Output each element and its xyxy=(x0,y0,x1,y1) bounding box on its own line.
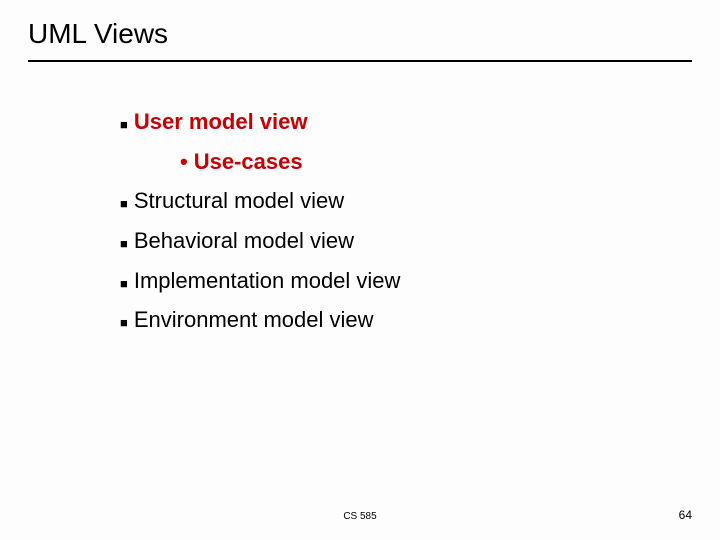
list-item: ■ Behavioral model view xyxy=(120,226,720,256)
square-bullet-icon: ■ xyxy=(120,275,128,293)
square-bullet-icon: ■ xyxy=(120,314,128,332)
square-bullet-icon: ■ xyxy=(120,235,128,253)
list-item-label: Environment model view xyxy=(134,305,374,335)
list-item: ■ Structural model view xyxy=(120,186,720,216)
list-item: ■ Environment model view xyxy=(120,305,720,335)
list-item-label: Implementation model view xyxy=(134,266,401,296)
dot-bullet-icon: • xyxy=(180,149,188,175)
list-item-label: Structural model view xyxy=(134,186,344,216)
list-item: ■ Implementation model view xyxy=(120,266,720,296)
content-area: ■ User model view • Use-cases ■ Structur… xyxy=(0,62,720,335)
list-item: ■ User model view xyxy=(120,107,720,137)
sub-list-item: • Use-cases xyxy=(180,147,720,177)
slide-title: UML Views xyxy=(0,0,720,60)
footer-course-code: CS 585 xyxy=(0,511,720,522)
square-bullet-icon: ■ xyxy=(120,195,128,213)
list-item-label: User model view xyxy=(134,107,308,137)
sub-list-item-label: Use-cases xyxy=(194,147,303,177)
page-number: 64 xyxy=(679,508,692,522)
square-bullet-icon: ■ xyxy=(120,116,128,134)
list-item-label: Behavioral model view xyxy=(134,226,354,256)
